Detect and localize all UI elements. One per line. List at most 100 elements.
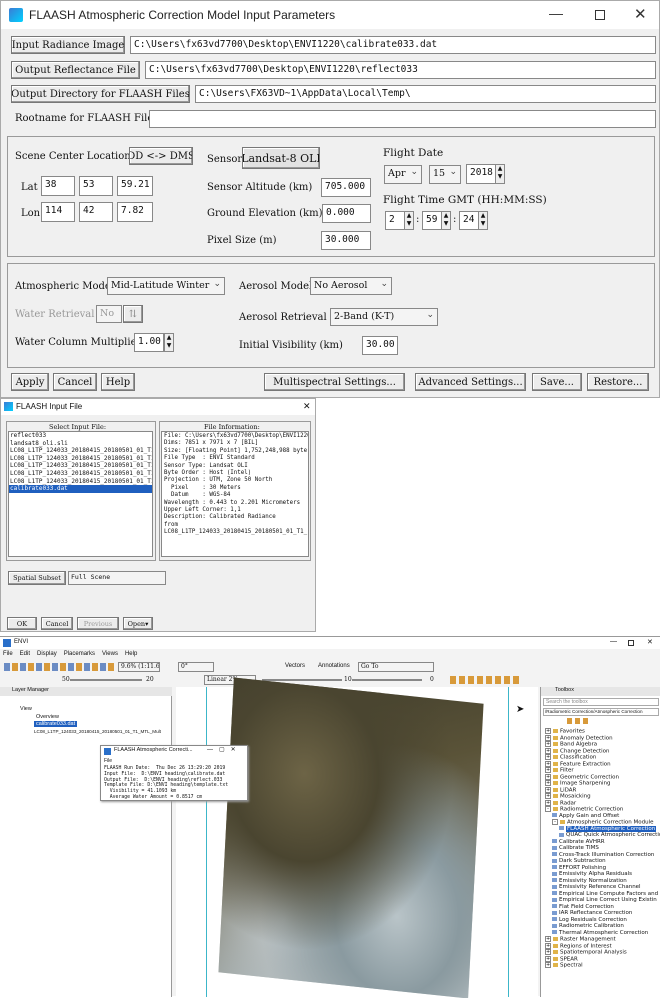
initial-visibility-field[interactable]: 30.00 (362, 336, 398, 355)
sharpen-slider[interactable] (262, 679, 342, 681)
rotation-select[interactable]: 0° (178, 662, 214, 672)
menu-views[interactable]: Views (102, 651, 118, 660)
toolbar-icons-2[interactable] (450, 676, 520, 684)
toolbox-item[interactable]: FLAASH Atmospheric Correction (559, 825, 657, 832)
lat-sec-field[interactable]: 59.21 (117, 176, 153, 196)
zoom-select[interactable]: 9.6% (1:11.6... (118, 662, 160, 672)
menu-placemarks[interactable]: Placemarks (64, 651, 95, 660)
brightness-slider[interactable] (70, 679, 142, 681)
toolbox-item[interactable]: Calibrate TIMS (552, 845, 599, 851)
file-list-item[interactable]: calibrate033.dat (9, 485, 152, 493)
open-button[interactable]: Open ▾ (123, 617, 153, 630)
expand-icon[interactable]: + (545, 747, 551, 754)
ground-elevation-field[interactable]: 0.000 (322, 204, 371, 223)
close-icon[interactable]: ✕ (303, 401, 311, 412)
apply-button[interactable]: Apply (11, 373, 49, 391)
menu-edit[interactable]: Edit (20, 651, 30, 660)
close-icon[interactable]: ✕ (634, 5, 647, 23)
help-button[interactable]: Help (101, 373, 135, 391)
toolbox-item[interactable]: Thermal Atmospheric Correction (552, 930, 648, 936)
maximize-icon[interactable] (595, 10, 605, 20)
toolbox-item[interactable]: + Spectral (545, 962, 583, 969)
expand-icon[interactable]: + (545, 780, 551, 786)
file-list[interactable]: reflect033 landsat8_oli.sli LC08_L1TP_1240… (8, 431, 153, 557)
layer-calibrate[interactable]: calibrate033.dat (34, 721, 78, 727)
lon-sec-field[interactable]: 7.82 (117, 202, 153, 222)
menu-help[interactable]: Help (125, 651, 137, 660)
water-column-spinner[interactable]: ▲ ▼ (164, 333, 174, 352)
maximize-icon[interactable] (628, 640, 634, 646)
lat-min-field[interactable]: 53 (79, 176, 113, 196)
toolbox-item[interactable]: Cross-Track Illumination Correction (552, 852, 654, 858)
lon-deg-field[interactable]: 114 (41, 202, 75, 222)
rootname-field[interactable] (149, 110, 656, 128)
expand-icon[interactable]: + (545, 728, 551, 734)
input-radiance-button[interactable]: Input Radiance Image (11, 36, 125, 54)
popup-menu-file[interactable]: File (104, 758, 112, 764)
aerosol-retrieval-select[interactable]: 2-Band (K-T) ⌄ (330, 308, 438, 326)
vectors-button[interactable]: Vectors (285, 663, 305, 669)
expand-icon[interactable]: + (545, 949, 551, 955)
ss-spinner[interactable]: ▲ ▼ (478, 211, 488, 230)
toolbox-item[interactable]: IAR Reflectance Correction (552, 910, 632, 916)
file-list-item[interactable]: reflect033 (9, 432, 152, 440)
layer-overview[interactable]: Overview (36, 714, 59, 720)
toolbox-item[interactable]: Apply Gain and Offset (552, 813, 619, 819)
ok-button[interactable]: OK (7, 617, 37, 630)
expand-icon[interactable]: + (545, 942, 551, 949)
file-list-item[interactable]: LC08_L1TP_124033_20180415_20180501_01_T1… (9, 478, 152, 486)
goto-field[interactable]: Go To (358, 662, 434, 672)
layer-mtl[interactable]: LC08_L1TP_124033_20180415_20180501_01_T1… (34, 729, 161, 734)
minimize-icon[interactable]: — (610, 638, 617, 645)
advanced-settings-button[interactable]: Advanced Settings... (415, 373, 526, 391)
toolbox-item[interactable]: Radiometric Calibration (552, 923, 624, 929)
file-list-item[interactable]: landsat8_oli.sli (9, 440, 152, 448)
aerosol-model-select[interactable]: No Aerosol ⌄ (310, 277, 392, 295)
restore-button[interactable]: Restore... (587, 373, 649, 391)
expand-icon[interactable]: + (545, 793, 551, 799)
sensor-type-button[interactable]: Landsat-8 OLI (242, 147, 320, 169)
water-retrieval-toggle-icon[interactable]: ⇅ (123, 305, 143, 323)
layer-view[interactable]: View (20, 706, 32, 712)
multispectral-settings-button[interactable]: Multispectral Settings... (264, 373, 405, 391)
toolbox-item[interactable]: Emissivity Alpha Residuals (552, 871, 632, 877)
menu-file[interactable]: File (3, 651, 13, 660)
close-icon[interactable]: ✕ (647, 638, 653, 646)
lat-deg-field[interactable]: 38 (41, 176, 75, 196)
output-directory-button[interactable]: Output Directory for FLAASH Files (11, 85, 190, 103)
output-reflectance-button[interactable]: Output Reflectance File (11, 61, 140, 79)
water-column-field[interactable]: 1.00 (134, 333, 164, 352)
water-retrieval-select[interactable]: No (96, 305, 122, 323)
expand-icon[interactable]: + (545, 767, 551, 773)
pixel-size-field[interactable]: 30.000 (321, 231, 371, 250)
popup-controls[interactable]: —▢✕ (207, 746, 242, 753)
sensor-altitude-field[interactable]: 705.000 (321, 178, 371, 197)
flight-year-field[interactable]: 2018 (466, 164, 496, 184)
expand-icon[interactable]: + (545, 754, 551, 760)
toolbox-item[interactable]: QUAC Quick Atmospheric Correction (559, 832, 660, 838)
toolbox-item[interactable]: Emissivity Normalization (552, 878, 627, 884)
expand-icon[interactable]: + (545, 955, 551, 962)
toolbox-item[interactable]: Dark Subtraction (552, 858, 606, 864)
toolbox-item[interactable]: Emissivity Reference Channel (552, 884, 641, 890)
atmos-model-select[interactable]: Mid-Latitude Winter ⌄ (107, 277, 225, 295)
transparency-slider[interactable] (352, 679, 422, 681)
mm-spinner[interactable]: ▲ ▼ (441, 211, 451, 230)
input-radiance-field[interactable]: C:\Users\fx63vd7700\Desktop\ENVI1220\cal… (130, 36, 656, 54)
cancel-button[interactable]: Cancel (41, 617, 73, 630)
year-spinner[interactable]: ▲ ▼ (495, 164, 505, 184)
dd-dms-button[interactable]: DD <-> DMS (129, 147, 193, 165)
file-list-item[interactable]: LC08_L1TP_124033_20180415_20180501_01_T1… (9, 455, 152, 463)
expand-icon[interactable]: + (545, 799, 551, 806)
toolbox-search[interactable]: Search the toolbox (543, 698, 659, 706)
output-reflectance-field[interactable]: C:\Users\fx63vd7700\Desktop\ENVI1220\ref… (145, 61, 656, 79)
toolbar-icons-1[interactable] (4, 663, 114, 671)
expand-icon[interactable]: + (545, 760, 551, 767)
toolbox-item[interactable]: Calibrate AVHRR (552, 839, 605, 845)
toolbox-item[interactable]: EFFORT Polishing (552, 865, 606, 871)
toolbox-item[interactable]: Empirical Line Compute Factors and (552, 891, 658, 897)
save-button[interactable]: Save... (532, 373, 582, 391)
toolbox-item[interactable]: Flat Field Correction (552, 904, 614, 910)
expand-icon[interactable]: + (545, 962, 551, 968)
output-directory-field[interactable]: C:\Users\FX63VD~1\AppData\Local\Temp\ (195, 85, 656, 103)
